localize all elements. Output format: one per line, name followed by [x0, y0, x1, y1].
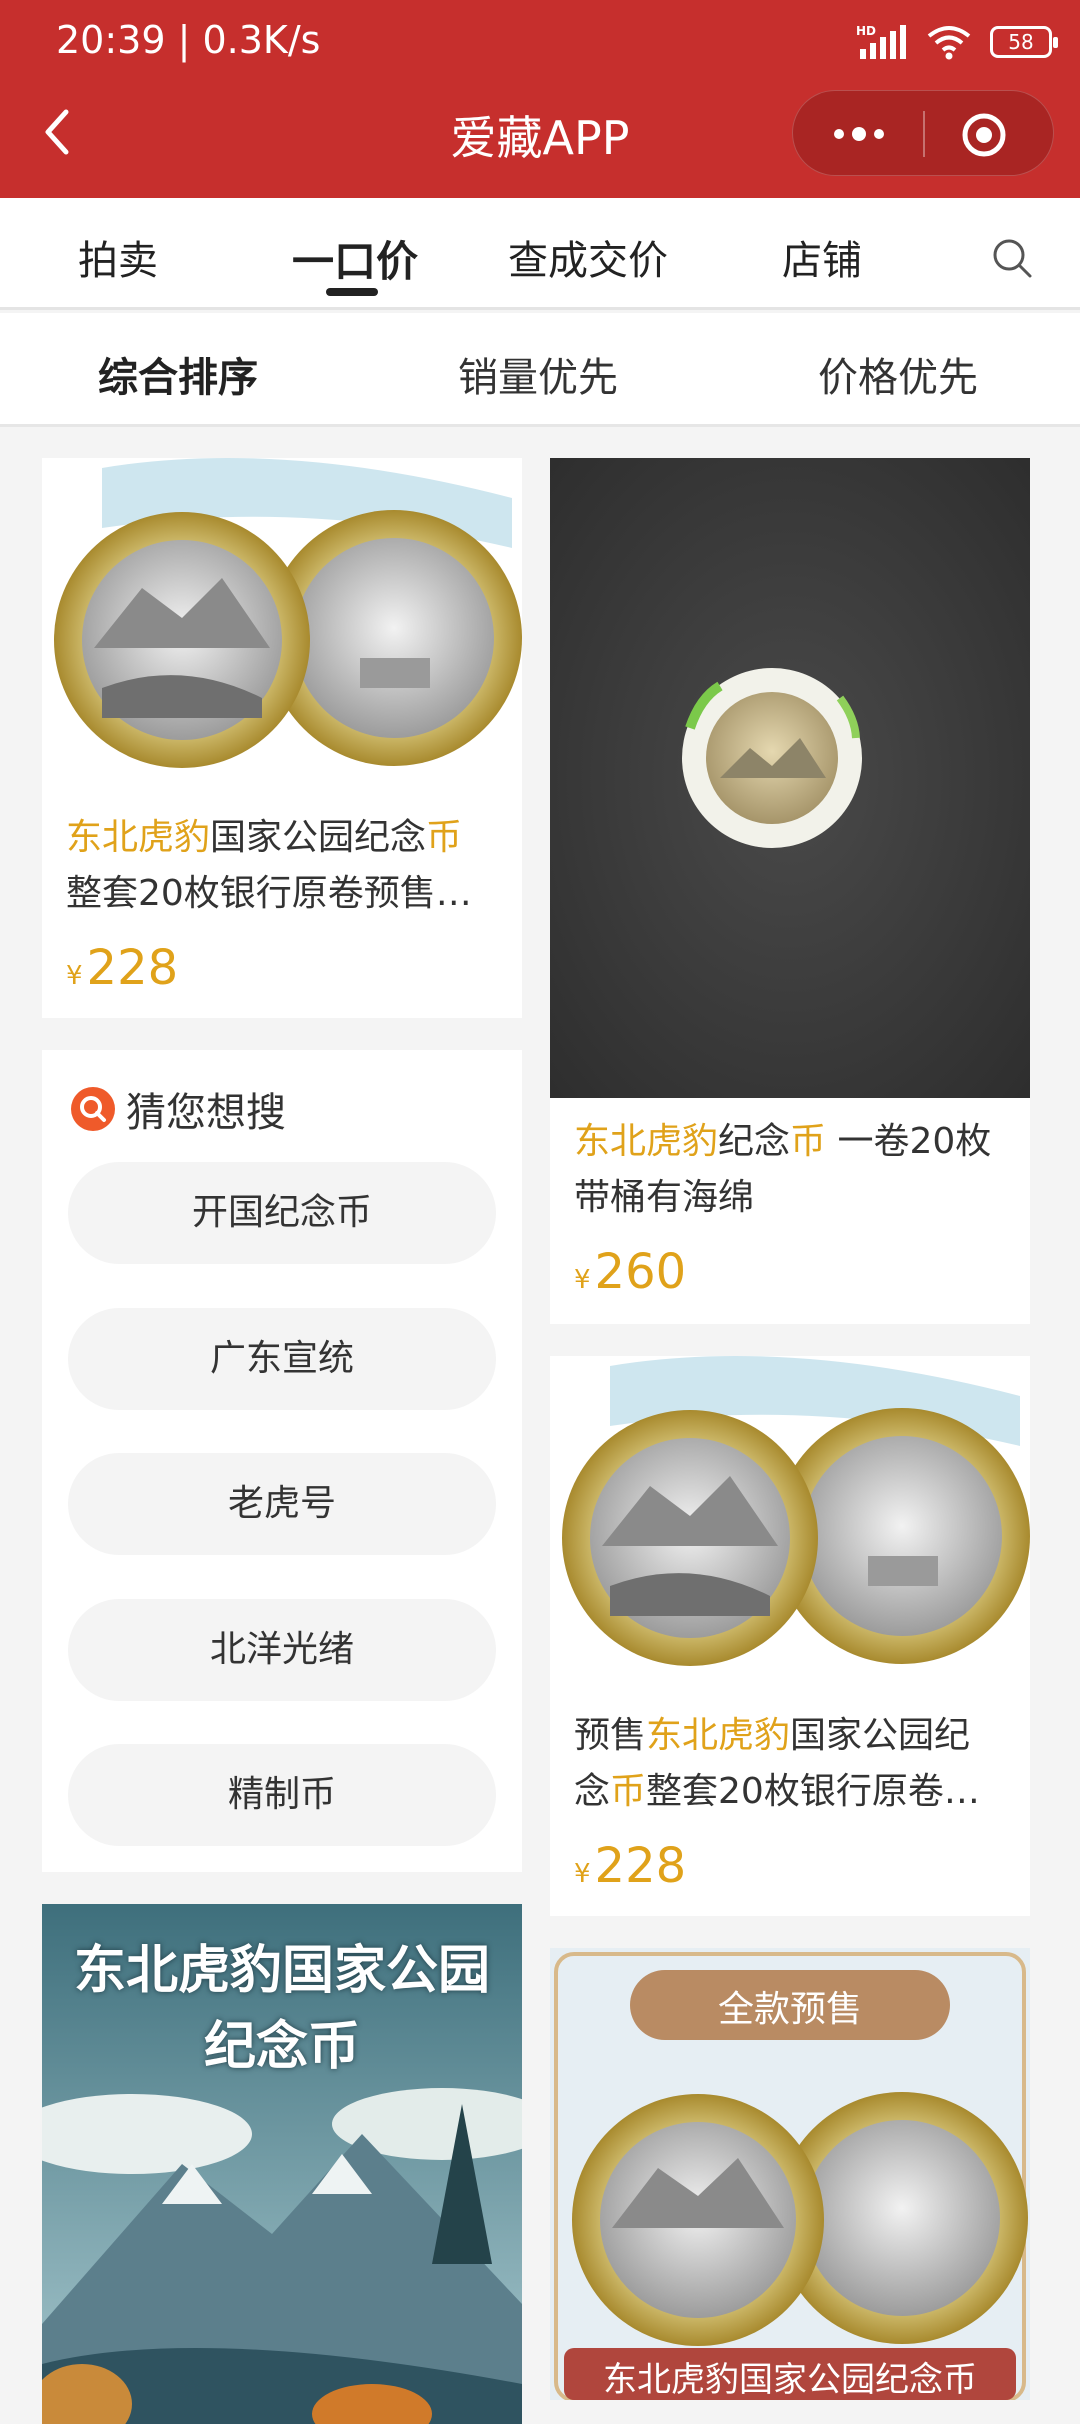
- tab-deal-price[interactable]: 查成交价: [508, 228, 668, 286]
- tab-fixed-price[interactable]: 一口价: [292, 228, 418, 289]
- search-bubble-icon: [71, 1087, 115, 1131]
- sort-price[interactable]: 价格优先: [818, 345, 978, 403]
- sort-comprehensive[interactable]: 综合排序: [98, 345, 258, 403]
- product-card[interactable]: 东北虎豹国家公园 纪念币: [42, 1904, 522, 2424]
- product-price: ¥228: [574, 1838, 687, 1894]
- category-tabs: 拍卖 一口价 查成交价 店铺: [0, 198, 1080, 310]
- presale-badge: 全款预售: [717, 1989, 862, 2030]
- product-image: [42, 458, 522, 794]
- status-icons: HD 58: [856, 20, 1058, 64]
- capsule-divider: [923, 111, 925, 157]
- suggest-heading: 猜您想搜: [70, 1080, 286, 1138]
- product-card[interactable]: 预售东北虎豹国家公园纪念币整套20枚银行原卷… ¥228: [550, 1356, 1030, 1916]
- product-price: ¥228: [66, 940, 179, 996]
- poster-caption: 东北虎豹国家公园纪念币: [603, 2360, 977, 2400]
- signal-icon: HD: [856, 24, 906, 59]
- tab-auction[interactable]: 拍卖: [78, 228, 158, 286]
- sort-sales[interactable]: 销量优先: [458, 345, 618, 403]
- product-title: 东北虎豹纪念币 一卷20枚带桶有海绵: [574, 1121, 992, 1218]
- product-card[interactable]: 东北虎豹国家公园纪念币整套20枚银行原卷预售… ¥228: [42, 458, 522, 1018]
- mini-program-capsule: [792, 90, 1054, 176]
- suggest-chip[interactable]: 北洋光绪: [68, 1599, 496, 1701]
- more-dots-icon[interactable]: [829, 121, 889, 147]
- product-card[interactable]: 东北虎豹纪念币 一卷20枚带桶有海绵 ¥260: [550, 458, 1030, 1324]
- tab-active-indicator: [326, 288, 378, 296]
- product-title: 东北虎豹国家公园纪念币整套20枚银行原卷预售…: [66, 817, 472, 914]
- search-icon[interactable]: [990, 236, 1034, 280]
- sort-bar: 综合排序 销量优先 价格优先: [0, 313, 1080, 427]
- product-image: [550, 458, 1030, 1098]
- close-target-icon[interactable]: [961, 112, 1007, 158]
- suggest-title: 猜您想搜: [126, 1090, 286, 1136]
- poster-title-line1: 东北虎豹国家公园: [73, 1941, 490, 2001]
- suggest-chip[interactable]: 广东宣统: [68, 1308, 496, 1410]
- status-time: 20:39 | 0.3K/s: [56, 18, 321, 62]
- wifi-icon: [927, 26, 971, 60]
- product-title: 预售东北虎豹国家公园纪念币整套20枚银行原卷…: [574, 1715, 980, 1812]
- svg-text:HD: HD: [856, 24, 876, 38]
- product-price: ¥260: [574, 1244, 687, 1300]
- tab-shop[interactable]: 店铺: [782, 228, 862, 286]
- poster-title-line2: 纪念币: [203, 2017, 360, 2077]
- product-image: [550, 1356, 1030, 1692]
- suggest-chip[interactable]: 精制币: [68, 1744, 496, 1846]
- suggest-chip[interactable]: 开国纪念币: [68, 1162, 496, 1264]
- suggest-chip[interactable]: 老虎号: [68, 1453, 496, 1555]
- product-card[interactable]: 全款预售 东北虎豹国家公园纪念币: [550, 1948, 1030, 2400]
- battery-indicator: 58: [990, 26, 1058, 58]
- app-header: 20:39 | 0.3K/s HD 58 爱藏APP: [0, 0, 1080, 198]
